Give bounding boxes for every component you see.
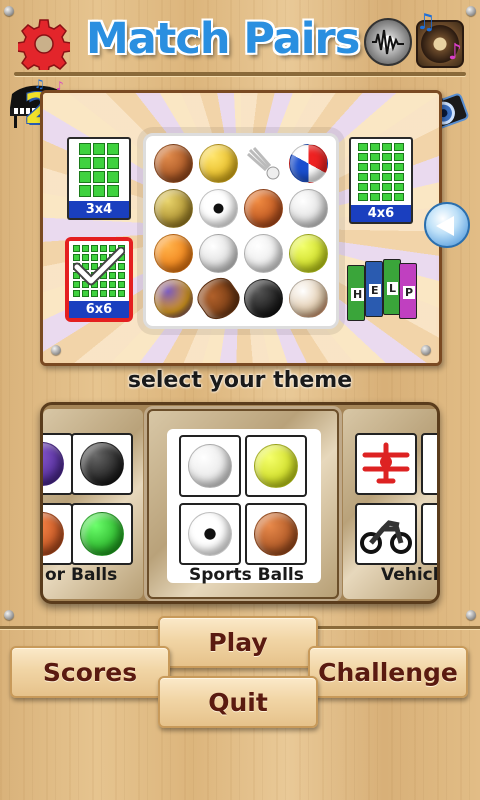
theme-tile	[179, 503, 241, 565]
grid-3x4-icon	[67, 137, 131, 201]
help-button[interactable]: H E L P	[345, 259, 417, 321]
soccer-ball-icon	[199, 189, 238, 228]
theme-tile	[71, 433, 133, 495]
volleyball-icon	[289, 144, 328, 183]
baseball-icon	[244, 234, 283, 273]
shuttlecock-icon	[244, 144, 283, 183]
theme-tile	[421, 503, 437, 565]
theme-name: or Balls	[45, 565, 118, 585]
grid-4x6-icon	[349, 137, 413, 205]
board-setup-panel: 3x4 4x6 6x6 H E L P	[40, 90, 442, 366]
theme-tile	[355, 433, 417, 495]
theme-tile	[245, 435, 307, 497]
screw	[4, 610, 14, 620]
scores-button[interactable]: Scores	[10, 646, 170, 698]
board-size-label: 6x6	[67, 301, 131, 320]
board-size-label: 4x6	[349, 205, 413, 224]
board-size-3x4-button[interactable]: 3x4	[67, 137, 131, 220]
screw	[466, 610, 476, 620]
baseball-icon	[188, 444, 232, 488]
biplane-icon	[362, 442, 410, 484]
quit-button[interactable]: Quit	[158, 676, 318, 728]
volleyball-yellow-icon	[199, 144, 238, 183]
screw	[466, 6, 476, 16]
tennis-ball-icon	[289, 234, 328, 273]
help-card-e: E	[365, 261, 383, 317]
play-button[interactable]: Play	[158, 616, 318, 668]
challenge-button[interactable]: Challenge	[308, 646, 468, 698]
screw	[51, 345, 61, 355]
yellow-ball-icon	[154, 189, 193, 228]
header-divider	[14, 72, 466, 76]
board-size-4x6-button[interactable]: 4x6	[349, 137, 413, 224]
music-note-icon-2: ♪	[448, 40, 463, 65]
screw	[421, 345, 431, 355]
sound-wave-icon[interactable]	[364, 18, 412, 66]
theme-tile	[43, 433, 73, 495]
help-card-p: P	[399, 263, 417, 319]
golf-ball-icon	[289, 189, 328, 228]
theme-preview-grid	[143, 133, 339, 329]
help-card-h: H	[347, 265, 365, 321]
basketball-icon	[154, 144, 193, 183]
checkmark-icon	[73, 247, 125, 286]
hacky-sack-icon	[289, 279, 328, 318]
basketball-icon	[254, 512, 298, 556]
theme-tile	[421, 433, 437, 495]
theme-tile	[71, 503, 133, 565]
soccer-ball-icon	[188, 512, 232, 556]
basketball-2-icon	[244, 189, 283, 228]
theme-name: Vehicl	[381, 565, 439, 585]
select-theme-caption: select your theme	[127, 368, 353, 393]
motorcycle-icon	[360, 520, 412, 554]
board-size-6x6-button[interactable]: 6x6	[67, 239, 131, 320]
purple-basketball-icon	[154, 279, 193, 318]
theme-carousel[interactable]: or Balls Sports Balls Vehicl	[40, 402, 440, 604]
theme-name: Sports Balls	[189, 565, 304, 585]
gear-icon[interactable]	[18, 18, 70, 70]
theme-option-sports-balls[interactable]: Sports Balls	[147, 409, 339, 599]
football-icon	[191, 271, 246, 326]
white-volleyball-icon	[199, 234, 238, 273]
theme-tile	[43, 503, 73, 565]
theme-tile	[355, 503, 417, 565]
black-ball-icon	[244, 279, 283, 318]
theme-option-color-balls[interactable]: or Balls	[43, 409, 143, 599]
board-size-label: 3x4	[67, 201, 131, 220]
theme-tile	[179, 435, 241, 497]
back-arrow-button[interactable]	[424, 202, 470, 248]
theme-option-vehicles[interactable]: Vehicl	[343, 409, 439, 599]
music-note-icon: ♫	[416, 10, 436, 35]
game-title: Match Pairs	[86, 14, 360, 64]
theme-tile	[245, 503, 307, 565]
screw	[4, 6, 14, 16]
ping-pong-ball-icon	[154, 234, 193, 273]
tennis-ball-icon	[254, 444, 298, 488]
